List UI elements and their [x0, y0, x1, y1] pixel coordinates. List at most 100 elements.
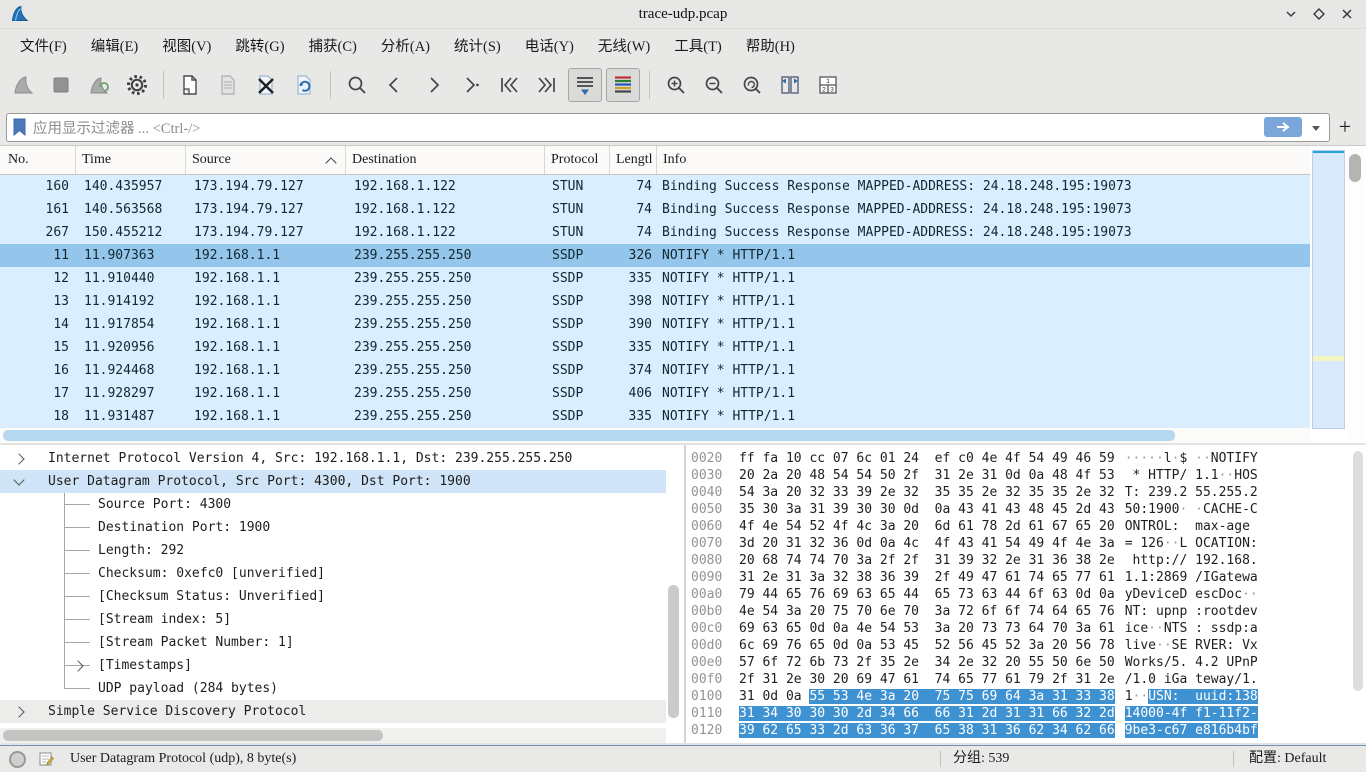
- detail-row[interactable]: Source Port: 4300: [0, 493, 666, 516]
- detail-row[interactable]: Simple Service Discovery Protocol: [0, 700, 666, 723]
- packet-row[interactable]: 160140.435957173.194.79.127192.168.1.122…: [0, 175, 1310, 198]
- column-header-destination[interactable]: Destination: [346, 146, 545, 174]
- scrollbar-thumb[interactable]: [3, 730, 383, 741]
- go-forward-button[interactable]: [416, 68, 450, 102]
- hex-row[interactable]: 00a079 44 65 76 69 63 65 44 65 73 63 44 …: [686, 586, 1258, 603]
- filter-dropdown-caret[interactable]: [1312, 126, 1320, 131]
- detail-row[interactable]: [Stream Packet Number: 1]: [0, 631, 666, 654]
- detail-vertical-scrollbar-thumb[interactable]: [668, 585, 679, 718]
- hex-row[interactable]: 005035 30 3a 31 39 30 30 0d 0a 43 41 43 …: [686, 501, 1258, 518]
- add-filter-button[interactable]: +: [1330, 112, 1360, 142]
- detail-row[interactable]: Destination Port: 1900: [0, 516, 666, 539]
- reload-file-button[interactable]: [287, 68, 321, 102]
- hex-row[interactable]: 00b04e 54 3a 20 75 70 6e 70 3a 72 6f 6f …: [686, 603, 1258, 620]
- status-profile[interactable]: 配置: Default: [1249, 746, 1326, 772]
- detail-horizontal-scrollbar[interactable]: [0, 728, 666, 743]
- column-header-length[interactable]: Lengtl: [610, 146, 657, 174]
- go-back-button[interactable]: [378, 68, 412, 102]
- colorize-button[interactable]: [606, 68, 640, 102]
- hex-row[interactable]: 00703d 20 31 32 36 0d 0a 4c 4f 43 41 54 …: [686, 535, 1258, 552]
- menu-item-tools[interactable]: 工具(T): [662, 32, 734, 59]
- detail-row[interactable]: UDP payload (284 bytes): [0, 677, 666, 700]
- save-file-button[interactable]: [211, 68, 245, 102]
- start-capture-button[interactable]: [6, 68, 40, 102]
- packet-row[interactable]: 1111.907363192.168.1.1239.255.255.250SSD…: [0, 244, 1310, 267]
- packet-row[interactable]: 1311.914192192.168.1.1239.255.255.250SSD…: [0, 290, 1310, 313]
- hex-row[interactable]: 0020ff fa 10 cc 07 6c 01 24 ef c0 4e 4f …: [686, 450, 1258, 467]
- hex-row[interactable]: 00f02f 31 2e 30 20 69 47 61 74 65 77 61 …: [686, 671, 1258, 688]
- hex-row[interactable]: 003020 2a 20 48 54 54 50 2f 31 2e 31 0d …: [686, 467, 1258, 484]
- hex-row[interactable]: 00c069 63 65 0d 0a 4e 54 53 3a 20 73 73 …: [686, 620, 1258, 637]
- stop-capture-button[interactable]: [44, 68, 78, 102]
- menu-item-go[interactable]: 跳转(G): [223, 32, 296, 59]
- column-header-info[interactable]: Info: [657, 146, 1310, 174]
- menu-item-wireless[interactable]: 无线(W): [586, 32, 662, 59]
- hex-row[interactable]: 008020 68 74 74 70 3a 2f 2f 31 39 32 2e …: [686, 552, 1258, 569]
- go-first-button[interactable]: [492, 68, 526, 102]
- fit-columns-button[interactable]: [773, 68, 807, 102]
- column-header-time[interactable]: Time: [76, 146, 186, 174]
- scrollbar-thumb[interactable]: [3, 430, 1175, 441]
- minimize-icon[interactable]: [1284, 7, 1298, 21]
- expert-info-icon[interactable]: [9, 751, 26, 768]
- menu-item-statistics[interactable]: 统计(S): [442, 32, 513, 59]
- hex-row[interactable]: 00e057 6f 72 6b 73 2f 35 2e 34 2e 32 20 …: [686, 654, 1258, 671]
- menu-item-analyze[interactable]: 分析(A): [369, 32, 442, 59]
- hex-row[interactable]: 010031 0d 0a 55 53 4e 3a 20 75 75 69 64 …: [686, 688, 1258, 705]
- packet-list-vertical-scrollbar[interactable]: [1347, 148, 1364, 440]
- detail-row[interactable]: [Stream index: 5]: [0, 608, 666, 631]
- packet-list-minimap[interactable]: [1312, 150, 1345, 429]
- hex-vertical-scrollbar-thumb[interactable]: [1353, 451, 1363, 691]
- packet-row[interactable]: 1611.924468192.168.1.1239.255.255.250SSD…: [0, 359, 1310, 382]
- find-packet-button[interactable]: [340, 68, 374, 102]
- packet-row[interactable]: 1511.920956192.168.1.1239.255.255.250SSD…: [0, 336, 1310, 359]
- restart-capture-button[interactable]: [82, 68, 116, 102]
- numbered-columns-button[interactable]: 123: [811, 68, 845, 102]
- hex-row[interactable]: 00604f 4e 54 52 4f 4c 3a 20 6d 61 78 2d …: [686, 518, 1258, 535]
- detail-row[interactable]: User Datagram Protocol, Src Port: 4300, …: [0, 470, 666, 493]
- detail-row[interactable]: [Checksum Status: Unverified]: [0, 585, 666, 608]
- go-last-button[interactable]: [530, 68, 564, 102]
- apply-filter-button[interactable]: [1264, 117, 1302, 137]
- packet-list-horizontal-scrollbar[interactable]: [0, 428, 1310, 443]
- zoom-reset-button[interactable]: [735, 68, 769, 102]
- maximize-icon[interactable]: [1312, 7, 1326, 21]
- packet-row[interactable]: 1711.928297192.168.1.1239.255.255.250SSD…: [0, 382, 1310, 405]
- menu-item-capture[interactable]: 捕获(C): [297, 32, 369, 59]
- bookmark-icon[interactable]: [12, 118, 27, 136]
- detail-row[interactable]: [Timestamps]: [0, 654, 666, 677]
- menu-item-help[interactable]: 帮助(H): [734, 32, 807, 59]
- capture-options-button[interactable]: [120, 68, 154, 102]
- detail-row[interactable]: Internet Protocol Version 4, Src: 192.16…: [0, 447, 666, 470]
- menu-item-telephony[interactable]: 电话(Y): [513, 32, 586, 59]
- column-header-protocol[interactable]: Protocol: [545, 146, 610, 174]
- column-header-no[interactable]: No.: [0, 146, 76, 174]
- packet-row[interactable]: 1411.917854192.168.1.1239.255.255.250SSD…: [0, 313, 1310, 336]
- menu-item-file[interactable]: 文件(F): [8, 32, 79, 59]
- hex-row[interactable]: 011031 34 30 30 30 2d 34 66 66 31 2d 31 …: [686, 705, 1258, 722]
- column-header-source[interactable]: Source: [186, 146, 346, 174]
- hex-row[interactable]: 004054 3a 20 32 33 39 2e 32 35 35 2e 32 …: [686, 484, 1258, 501]
- expand-icon[interactable]: [13, 453, 24, 464]
- display-filter-input[interactable]: 应用显示过滤器 ... <Ctrl-/>: [6, 113, 1330, 142]
- packet-row[interactable]: 161140.563568173.194.79.127192.168.1.122…: [0, 198, 1310, 221]
- collapse-icon[interactable]: [13, 474, 24, 485]
- expand-icon[interactable]: [13, 706, 24, 717]
- detail-row[interactable]: Length: 292: [0, 539, 666, 562]
- packet-row[interactable]: 1211.910440192.168.1.1239.255.255.250SSD…: [0, 267, 1310, 290]
- hex-row[interactable]: 009031 2e 31 3a 32 38 36 39 2f 49 47 61 …: [686, 569, 1258, 586]
- detail-row[interactable]: Checksum: 0xefc0 [unverified]: [0, 562, 666, 585]
- auto-scroll-button[interactable]: [568, 68, 602, 102]
- close-file-button[interactable]: [249, 68, 283, 102]
- hex-row[interactable]: 00d06c 69 76 65 0d 0a 53 45 52 56 45 52 …: [686, 637, 1258, 654]
- menu-item-view[interactable]: 视图(V): [150, 32, 223, 59]
- hex-row[interactable]: 012039 62 65 33 2d 63 36 37 65 38 31 36 …: [686, 722, 1258, 739]
- packet-row[interactable]: 1811.931487192.168.1.1239.255.255.250SSD…: [0, 405, 1310, 428]
- zoom-out-button[interactable]: [697, 68, 731, 102]
- zoom-in-button[interactable]: [659, 68, 693, 102]
- close-icon[interactable]: [1340, 7, 1354, 21]
- menu-item-edit[interactable]: 编辑(E): [79, 32, 151, 59]
- packet-row[interactable]: 267150.455212173.194.79.127192.168.1.122…: [0, 221, 1310, 244]
- go-to-packet-button[interactable]: [454, 68, 488, 102]
- open-file-button[interactable]: [173, 68, 207, 102]
